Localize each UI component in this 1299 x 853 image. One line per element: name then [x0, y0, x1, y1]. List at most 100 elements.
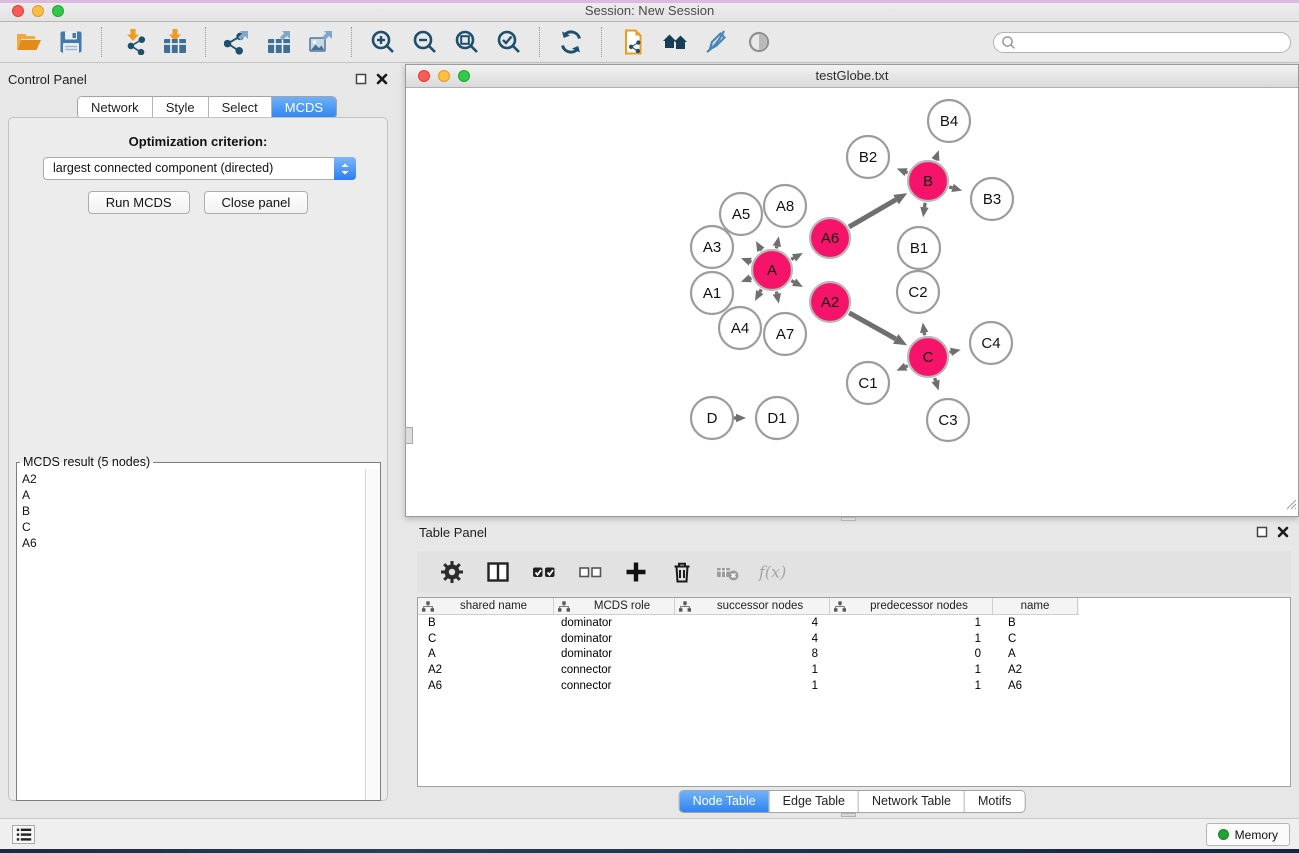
mcds-result-item[interactable]: B: [17, 503, 365, 519]
float-panel-icon[interactable]: [355, 73, 367, 85]
node-D1[interactable]: D1: [756, 397, 798, 439]
edge-B-B2[interactable]: [897, 168, 908, 176]
save-icon[interactable]: [55, 26, 87, 58]
node-A[interactable]: A: [752, 250, 792, 290]
homes-icon[interactable]: [659, 26, 691, 58]
export-image-icon[interactable]: [305, 26, 337, 58]
document-network-icon[interactable]: [617, 26, 649, 58]
tab-motifs[interactable]: Motifs: [964, 791, 1024, 812]
close-panel-icon[interactable]: [376, 73, 388, 85]
edge-C-C3[interactable]: [932, 378, 940, 390]
tab-select[interactable]: Select: [208, 97, 271, 118]
settings-icon[interactable]: [436, 556, 468, 588]
memory-button[interactable]: Memory: [1206, 823, 1290, 846]
open-file-icon[interactable]: [13, 26, 45, 58]
divider-grip[interactable]: [405, 427, 413, 444]
edge-C-C4[interactable]: [949, 348, 960, 356]
deselect-all-icon[interactable]: [574, 556, 606, 588]
refresh-icon[interactable]: [555, 26, 587, 58]
node-A4[interactable]: A4: [719, 307, 761, 349]
edge-B-B4[interactable]: [931, 150, 939, 161]
tab-mcds[interactable]: MCDS: [271, 97, 336, 118]
column-header-MCDS-role[interactable]: MCDS role: [554, 598, 675, 614]
edge-D-D1[interactable]: [734, 414, 746, 423]
zoom-selected-icon[interactable]: [493, 26, 525, 58]
node-C4[interactable]: C4: [970, 322, 1012, 364]
close-table-panel-icon[interactable]: [1277, 526, 1289, 538]
edge-A2-C[interactable]: [849, 313, 907, 345]
search-input[interactable]: [1017, 33, 1290, 51]
node-C[interactable]: C: [908, 337, 948, 377]
network-canvas[interactable]: B4B2BB3A5A8A6A3B1AA1C2A2A4A7C4CC1DD1C3: [406, 88, 1298, 517]
optimization-criterion-select[interactable]: largest connected component (directed): [43, 157, 356, 180]
add-entry-icon[interactable]: [620, 556, 652, 588]
table-row[interactable]: Cdominator41C: [418, 631, 1290, 647]
result-scrollbar[interactable]: [365, 469, 380, 800]
delete-entry-icon[interactable]: [666, 556, 698, 588]
edge-A-A7[interactable]: [773, 292, 781, 304]
node-A5[interactable]: A5: [720, 193, 762, 235]
node-A1[interactable]: A1: [691, 272, 733, 314]
table-split-handle[interactable]: [841, 813, 856, 817]
node-C2[interactable]: C2: [897, 271, 939, 313]
import-table-icon[interactable]: [159, 26, 191, 58]
node-A3[interactable]: A3: [691, 226, 733, 268]
edge-C-C2[interactable]: [920, 323, 928, 336]
export-network-icon[interactable]: [221, 26, 253, 58]
edge-A-A6[interactable]: [791, 253, 803, 262]
task-history-button[interactable]: [12, 825, 35, 844]
node-B[interactable]: B: [908, 161, 948, 201]
node-B2[interactable]: B2: [847, 136, 889, 178]
mcds-result-item[interactable]: A2: [17, 471, 365, 487]
import-network-icon[interactable]: [117, 26, 149, 58]
eye-icon[interactable]: [743, 26, 775, 58]
node-A6[interactable]: A6: [810, 218, 850, 258]
node-B3[interactable]: B3: [971, 178, 1013, 220]
edge-A-A2[interactable]: [791, 278, 803, 287]
table-row[interactable]: Adominator80A: [418, 647, 1290, 663]
close-panel-button[interactable]: Close panel: [204, 191, 309, 214]
run-mcds-button[interactable]: Run MCDS: [88, 191, 190, 214]
edge-B-B3[interactable]: [949, 184, 962, 192]
node-C3[interactable]: C3: [927, 399, 969, 441]
mcds-result-item[interactable]: C: [17, 519, 365, 535]
table-row[interactable]: A6connector11A6: [418, 678, 1290, 694]
tab-network[interactable]: Network: [78, 97, 152, 118]
edge-C-C1[interactable]: [896, 363, 907, 371]
mcds-result-item[interactable]: A6: [17, 535, 365, 551]
node-C1[interactable]: C1: [847, 362, 889, 404]
zoom-out-icon[interactable]: [409, 26, 441, 58]
node-A8[interactable]: A8: [764, 185, 806, 227]
edge-A-A5[interactable]: [756, 241, 765, 252]
node-A7[interactable]: A7: [764, 313, 806, 355]
edge-A-A1[interactable]: [741, 274, 752, 282]
tab-edge-table[interactable]: Edge Table: [769, 791, 858, 812]
edge-A-A4[interactable]: [755, 289, 764, 301]
resize-grip-icon[interactable]: [1286, 497, 1297, 515]
edge-B-B1[interactable]: [920, 203, 928, 217]
zoom-fit-icon[interactable]: [451, 26, 483, 58]
node-B4[interactable]: B4: [928, 100, 970, 142]
search-box[interactable]: [993, 32, 1291, 53]
network-window-titlebar[interactable]: testGlobe.txt: [406, 65, 1298, 88]
tab-network-table[interactable]: Network Table: [858, 791, 964, 812]
edge-A-A8[interactable]: [773, 236, 781, 248]
tab-style[interactable]: Style: [152, 97, 208, 118]
column-header-name[interactable]: name: [993, 598, 1078, 614]
mcds-result-item[interactable]: A: [17, 487, 365, 503]
edge-A-A3[interactable]: [741, 258, 752, 266]
table-row[interactable]: Bdominator41B: [418, 615, 1290, 631]
tab-node-table[interactable]: Node Table: [680, 791, 769, 812]
node-A2[interactable]: A2: [810, 282, 850, 322]
column-header-shared-name[interactable]: shared name: [418, 598, 554, 614]
node-B1[interactable]: B1: [898, 227, 940, 269]
column-header-successor-nodes[interactable]: successor nodes: [675, 598, 830, 614]
select-all-icon[interactable]: [528, 556, 560, 588]
edge-A6-B[interactable]: [849, 193, 907, 227]
pen-slash-icon[interactable]: [701, 26, 733, 58]
columns-icon[interactable]: [482, 556, 514, 588]
float-table-panel-icon[interactable]: [1256, 526, 1268, 538]
export-table-icon[interactable]: [263, 26, 295, 58]
table-row[interactable]: A2connector11A2: [418, 662, 1290, 678]
column-header-predecessor-nodes[interactable]: predecessor nodes: [830, 598, 993, 614]
